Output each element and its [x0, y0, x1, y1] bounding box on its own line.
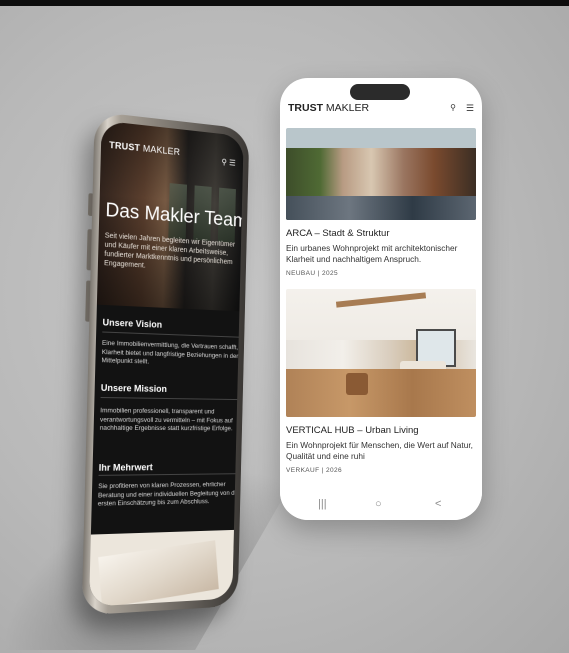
bottom-image — [89, 529, 234, 607]
home-icon[interactable]: ○ — [375, 498, 382, 510]
documents-image — [98, 540, 219, 607]
floor — [286, 369, 476, 417]
section-text: Immobilien professionell, transparent un… — [99, 407, 233, 433]
dynamic-island — [350, 84, 410, 100]
project-title[interactable]: ARCA – Stadt & Struktur — [286, 228, 476, 239]
search-icon[interactable]: ⚲ — [450, 103, 456, 112]
project-card[interactable]: VERTICAL HUB – Urban Living Ein Wohnproj… — [286, 289, 476, 474]
project-description: Ein Wohnprojekt für Menschen, die Wert a… — [286, 440, 473, 461]
project-meta: NEUBAU | 2025 — [286, 270, 339, 277]
section-heading: Unsere Mission — [100, 382, 168, 394]
section-text: Eine Immobilienvermittlung, die Vertraue… — [101, 339, 240, 366]
right-phone: TRUST MAKLER ⚲ ☰ ARCA – Stadt & Struktur… — [280, 78, 482, 520]
project-list: ARCA – Stadt & Struktur Ein urbanes Wohn… — [286, 128, 476, 490]
logo[interactable]: TRUST MAKLER — [288, 102, 369, 114]
left-phone: TRUST MAKLER ⚲ ☰ Das Makler Team. Seit v… — [81, 111, 250, 616]
project-card[interactable]: ARCA – Stadt & Struktur Ein urbanes Wohn… — [286, 128, 476, 277]
project-description: Ein urbanes Wohnprojekt mit architektoni… — [286, 243, 458, 264]
menu-icon[interactable]: ☰ — [466, 103, 474, 114]
mission-text: Immobilien professionell, transparent un… — [100, 407, 244, 433]
value-text: Sie profitieren von klaren Prozessen, eh… — [98, 481, 242, 509]
section-heading: Ihr Mehrwert — [98, 462, 153, 473]
app-header: TRUST MAKLER ⚲ ☰ — [280, 102, 482, 128]
header-icons: ⚲ ☰ — [221, 157, 235, 167]
section-heading: Unsere Vision — [102, 317, 163, 330]
chair — [346, 373, 368, 395]
project-image-city[interactable] — [286, 128, 476, 220]
project-image-interior[interactable] — [286, 289, 476, 417]
mockup-stage: TRUST MAKLER ⚲ ☰ Das Makler Team. Seit v… — [0, 0, 569, 653]
recent-apps-icon[interactable]: ||| — [318, 498, 327, 510]
project-meta: VERKAUF | 2026 — [286, 467, 343, 474]
search-icon[interactable]: ⚲ — [221, 157, 227, 166]
vision-text: Eine Immobilienvermittlung, die Vertraue… — [101, 340, 243, 370]
project-title[interactable]: VERTICAL HUB – Urban Living — [286, 425, 476, 436]
back-icon[interactable]: < — [435, 498, 441, 510]
street — [286, 196, 476, 220]
ceiling-beam — [335, 292, 427, 308]
section-text: Sie profitieren von klaren Prozessen, eh… — [97, 481, 240, 508]
menu-icon[interactable]: ☰ — [229, 158, 236, 167]
left-phone-screen: TRUST MAKLER ⚲ ☰ Das Makler Team. Seit v… — [89, 120, 244, 607]
system-nav-bar: ||| ○ < — [280, 490, 482, 520]
